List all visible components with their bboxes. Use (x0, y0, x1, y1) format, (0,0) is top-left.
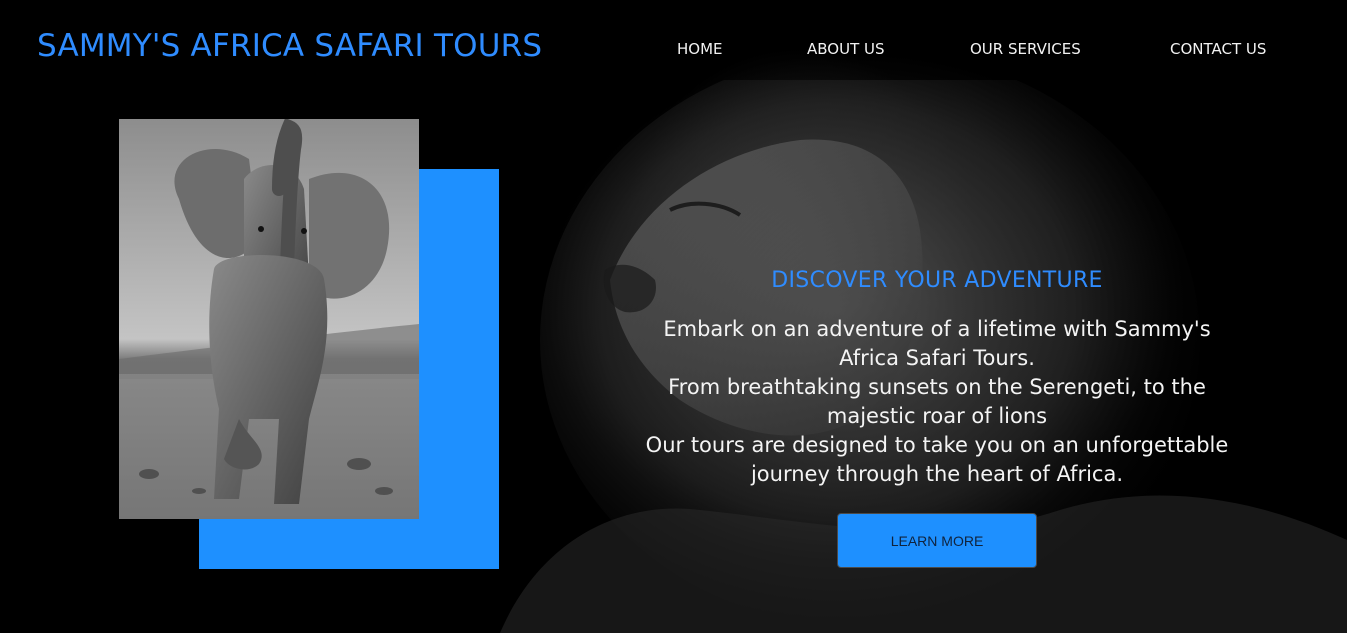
hero-heading: DISCOVER YOUR ADVENTURE (771, 268, 1103, 293)
hero-description: Embark on an adventure of a lifetime wit… (598, 315, 1276, 489)
hero-line: Embark on an adventure of a lifetime wit… (663, 317, 1211, 341)
nav-about-link[interactable]: ABOUT US (807, 40, 885, 58)
elephant-image (119, 119, 419, 519)
baby-elephant-photo (119, 119, 419, 519)
nav-services-link[interactable]: OUR SERVICES (970, 40, 1081, 58)
hero-line: majestic roar of lions (826, 404, 1048, 428)
hero-text-block: DISCOVER YOUR ADVENTURE Embark on an adv… (598, 268, 1276, 489)
learn-more-button[interactable]: LEARN MORE (837, 513, 1037, 568)
nav-home-link[interactable]: HOME (677, 40, 723, 58)
nav-contact-link[interactable]: CONTACT US (1170, 40, 1266, 58)
hero-line: Africa Safari Tours. (839, 346, 1035, 370)
hero-line: journey through the heart of Africa. (750, 462, 1124, 486)
main-navigation: HOME ABOUT US OUR SERVICES CONTACT US (0, 40, 1347, 60)
hero-line: From breathtaking sunsets on the Serenge… (668, 375, 1206, 399)
hero-line: Our tours are designed to take you on an… (645, 433, 1229, 457)
